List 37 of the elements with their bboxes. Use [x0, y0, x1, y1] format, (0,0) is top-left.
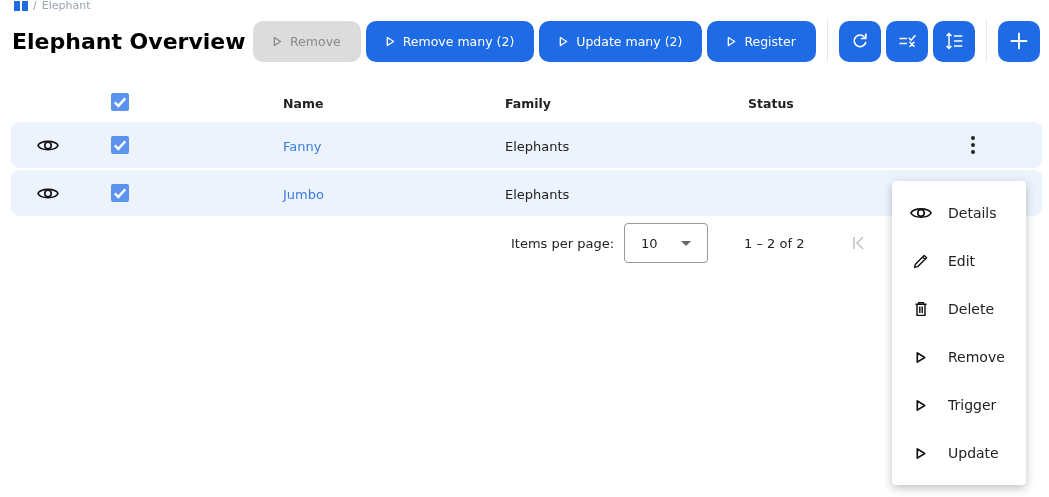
sort-button[interactable] [932, 20, 975, 62]
page-range: 1 – 2 of 2 [744, 235, 805, 251]
checklist-button[interactable] [885, 20, 928, 62]
menu-item[interactable]: Update [892, 429, 1026, 477]
play-icon [385, 35, 395, 47]
menu-item[interactable]: Trigger [892, 381, 1026, 429]
play-icon [273, 35, 282, 47]
breadcrumb-separator: / [33, 0, 37, 12]
column-header: Name [283, 95, 324, 111]
menu-item[interactable]: Edit [892, 237, 1026, 285]
eye-icon [910, 205, 932, 221]
menu-item[interactable]: Details [892, 189, 1026, 237]
table-cell: Elephants [505, 186, 570, 202]
name-link[interactable]: Fanny [283, 138, 322, 154]
menu-item[interactable]: Delete [892, 285, 1026, 333]
select-all-checkbox[interactable] [111, 93, 129, 111]
row-checkbox[interactable] [111, 136, 129, 154]
column-header: Status [748, 95, 794, 111]
more-menu-icon[interactable] [970, 135, 976, 155]
action-button[interactable]: Register [707, 20, 816, 62]
sort-list-icon [943, 31, 964, 51]
play-icon [727, 35, 737, 47]
home-icon[interactable] [14, 1, 28, 11]
action-button[interactable]: Update many (2) [539, 20, 703, 62]
menu-item[interactable]: Remove [892, 333, 1026, 381]
column-header: Family [505, 95, 551, 111]
play-icon [559, 35, 569, 47]
table-cell: Elephants [505, 138, 570, 154]
page-size-select[interactable]: 10 [624, 223, 709, 263]
dropdown-caret-icon [681, 240, 692, 246]
items-per-page-label: Items per page: [511, 235, 615, 251]
refresh-button[interactable] [838, 20, 881, 62]
action-button[interactable]: Remove many (2) [365, 20, 535, 62]
add-button[interactable] [997, 20, 1040, 62]
row-checkbox[interactable] [111, 184, 129, 202]
name-link[interactable]: Jumbo [283, 186, 324, 202]
page-title: Elephant Overview [12, 28, 247, 54]
